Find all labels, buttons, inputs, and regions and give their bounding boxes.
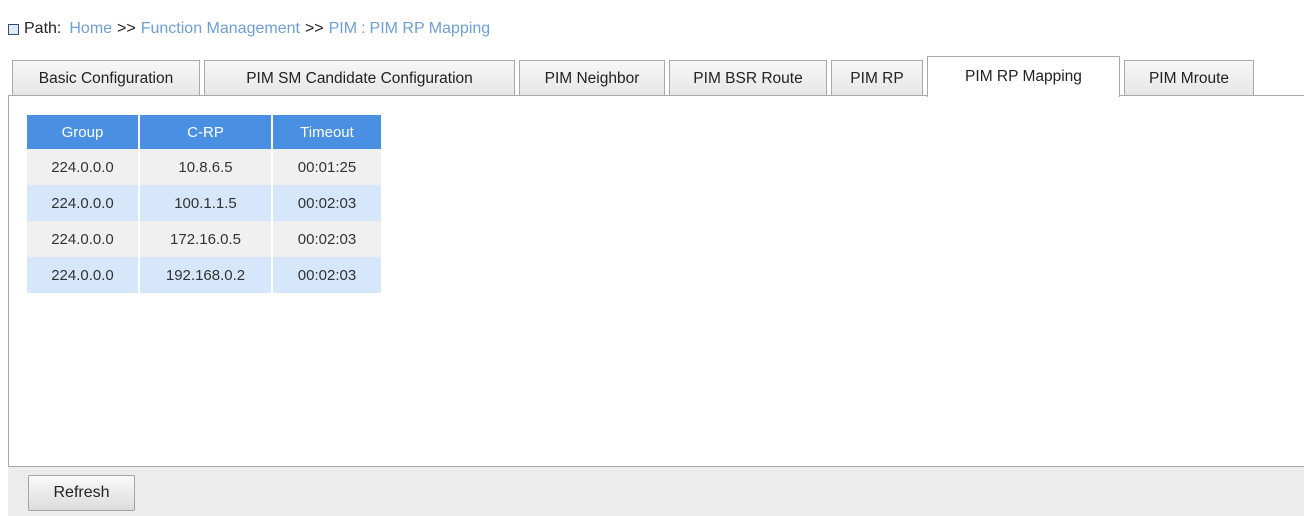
footer-bar: Refresh [8,467,1304,516]
tab-pim-mroute[interactable]: PIM Mroute [1124,60,1254,96]
cell-timeout: 00:02:03 [272,221,381,257]
refresh-button[interactable]: Refresh [28,475,135,511]
tab-bar: Basic Configuration PIM SM Candidate Con… [12,56,1258,97]
rp-mapping-table: Group C-RP Timeout 224.0.0.0 10.8.6.5 00… [27,115,381,293]
cell-c-rp: 172.16.0.5 [139,221,273,257]
breadcrumb-separator: >> [117,20,136,37]
cell-timeout: 00:02:03 [272,257,381,293]
path-label: Path: [24,20,62,37]
cell-group: 224.0.0.0 [27,185,140,221]
table-row: 224.0.0.0 10.8.6.5 00:01:25 [27,149,381,185]
cell-timeout: 00:01:25 [272,149,381,185]
breadcrumb: Path: Home >> Function Management >> PIM… [8,18,490,40]
breadcrumb-home-link[interactable]: Home [69,20,112,38]
column-header-c-rp: C-RP [139,115,273,149]
square-icon [8,23,19,35]
breadcrumb-function-management-link[interactable]: Function Management [141,20,300,38]
cell-timeout: 00:02:03 [272,185,381,221]
tab-pim-rp[interactable]: PIM RP [831,60,923,96]
tab-pim-neighbor[interactable]: PIM Neighbor [519,60,665,96]
cell-group: 224.0.0.0 [27,149,140,185]
cell-c-rp: 10.8.6.5 [139,149,273,185]
breadcrumb-separator: : [361,20,366,37]
column-header-group: Group [27,115,140,149]
breadcrumb-pim-link[interactable]: PIM [329,20,357,38]
breadcrumb-current-page: PIM RP Mapping [369,20,491,37]
column-header-timeout: Timeout [272,115,381,149]
tab-basic-configuration[interactable]: Basic Configuration [12,60,200,96]
content-panel: Group C-RP Timeout 224.0.0.0 10.8.6.5 00… [8,95,1304,467]
cell-group: 224.0.0.0 [27,221,140,257]
tab-pim-sm-candidate-configuration[interactable]: PIM SM Candidate Configuration [204,60,515,96]
tab-pim-bsr-route[interactable]: PIM BSR Route [669,60,827,96]
table-row: 224.0.0.0 100.1.1.5 00:02:03 [27,185,381,221]
table-header-row: Group C-RP Timeout [27,115,381,149]
cell-group: 224.0.0.0 [27,257,140,293]
cell-c-rp: 192.168.0.2 [139,257,273,293]
table-row: 224.0.0.0 192.168.0.2 00:02:03 [27,257,381,293]
table-row: 224.0.0.0 172.16.0.5 00:02:03 [27,221,381,257]
cell-c-rp: 100.1.1.5 [139,185,273,221]
tab-pim-rp-mapping[interactable]: PIM RP Mapping [927,56,1120,97]
breadcrumb-separator: >> [304,20,324,37]
